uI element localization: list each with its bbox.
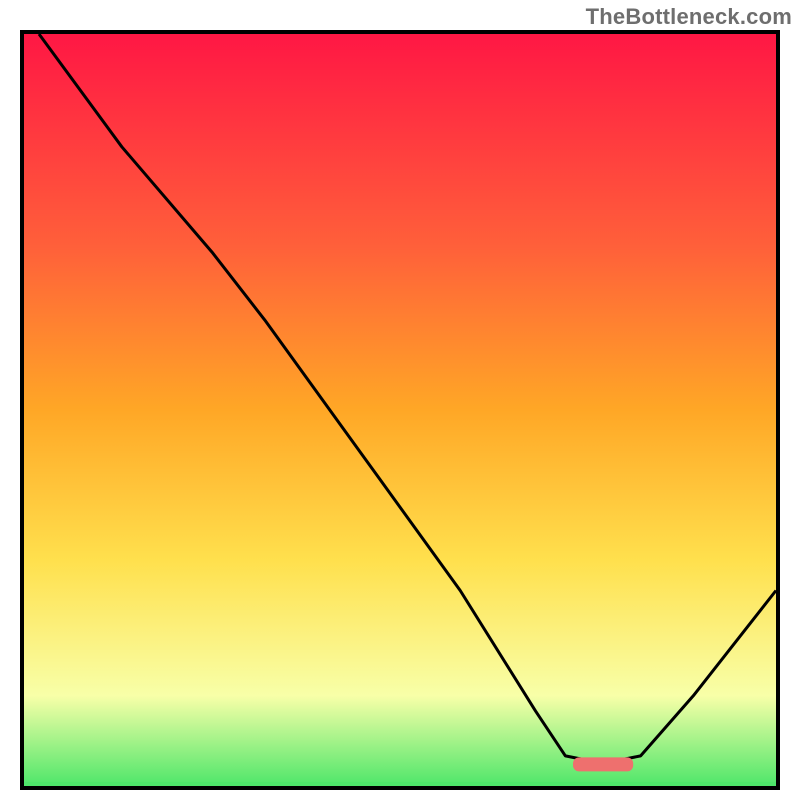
chart-frame: TheBottleneck.com bbox=[0, 0, 800, 800]
gradient-background bbox=[24, 34, 776, 786]
optimal-marker bbox=[573, 757, 633, 771]
watermark-label: TheBottleneck.com bbox=[586, 4, 792, 30]
chart-svg bbox=[24, 34, 776, 786]
plot-area bbox=[20, 30, 780, 790]
